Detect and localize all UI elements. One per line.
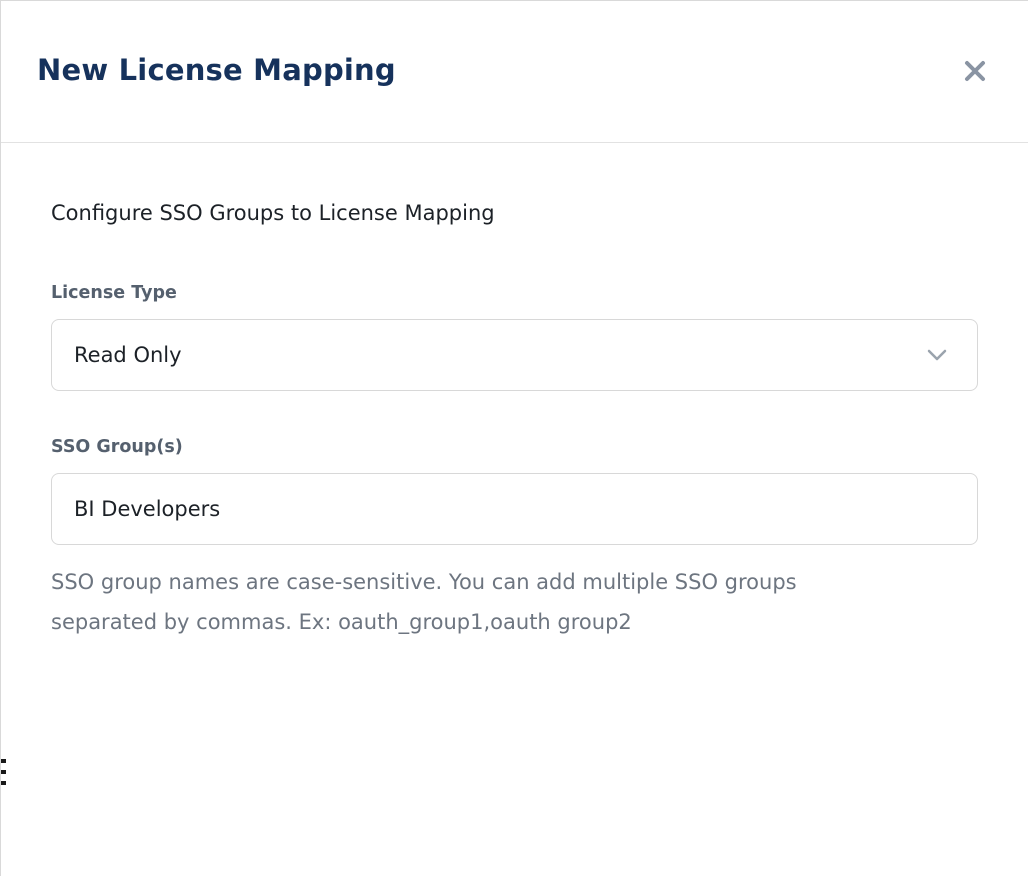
dialog-header: New License Mapping (1, 1, 1028, 143)
sso-groups-help-text: SSO group names are case-sensitive. You … (51, 563, 881, 643)
close-button[interactable] (960, 57, 990, 87)
sso-groups-input[interactable]: BI Developers (51, 473, 978, 545)
background-list-icon-edge (1, 759, 6, 785)
license-type-dropdown[interactable]: Read Only (51, 319, 978, 391)
sso-groups-label: SSO Group(s) (51, 437, 978, 457)
license-type-label: License Type (51, 283, 978, 303)
license-type-selected-value: Read Only (74, 343, 925, 367)
close-icon (963, 59, 987, 86)
chevron-down-icon (925, 343, 949, 367)
sso-groups-value: BI Developers (74, 497, 220, 521)
dialog-title: New License Mapping (37, 53, 396, 87)
new-license-mapping-dialog: New License Mapping Configure SSO Groups… (0, 0, 1028, 876)
dialog-body: Configure SSO Groups to License Mapping … (1, 143, 1028, 643)
dialog-subtitle: Configure SSO Groups to License Mapping (51, 201, 978, 225)
